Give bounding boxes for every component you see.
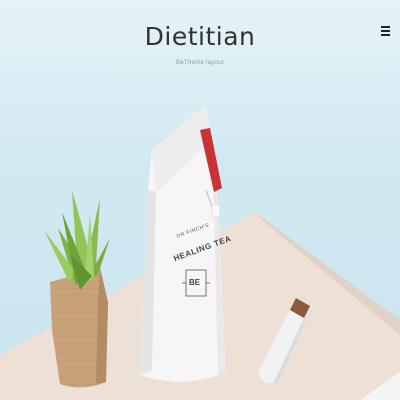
hamburger-menu-icon[interactable]: [381, 26, 390, 37]
bag-emblem-text: BE: [189, 278, 201, 287]
hero-section: DR FINCH'S HEALING TEA BE Dietitian BeTh…: [0, 0, 400, 400]
site-tagline: BeTheme layout: [176, 60, 224, 66]
site-logo[interactable]: Dietitian: [0, 22, 400, 51]
